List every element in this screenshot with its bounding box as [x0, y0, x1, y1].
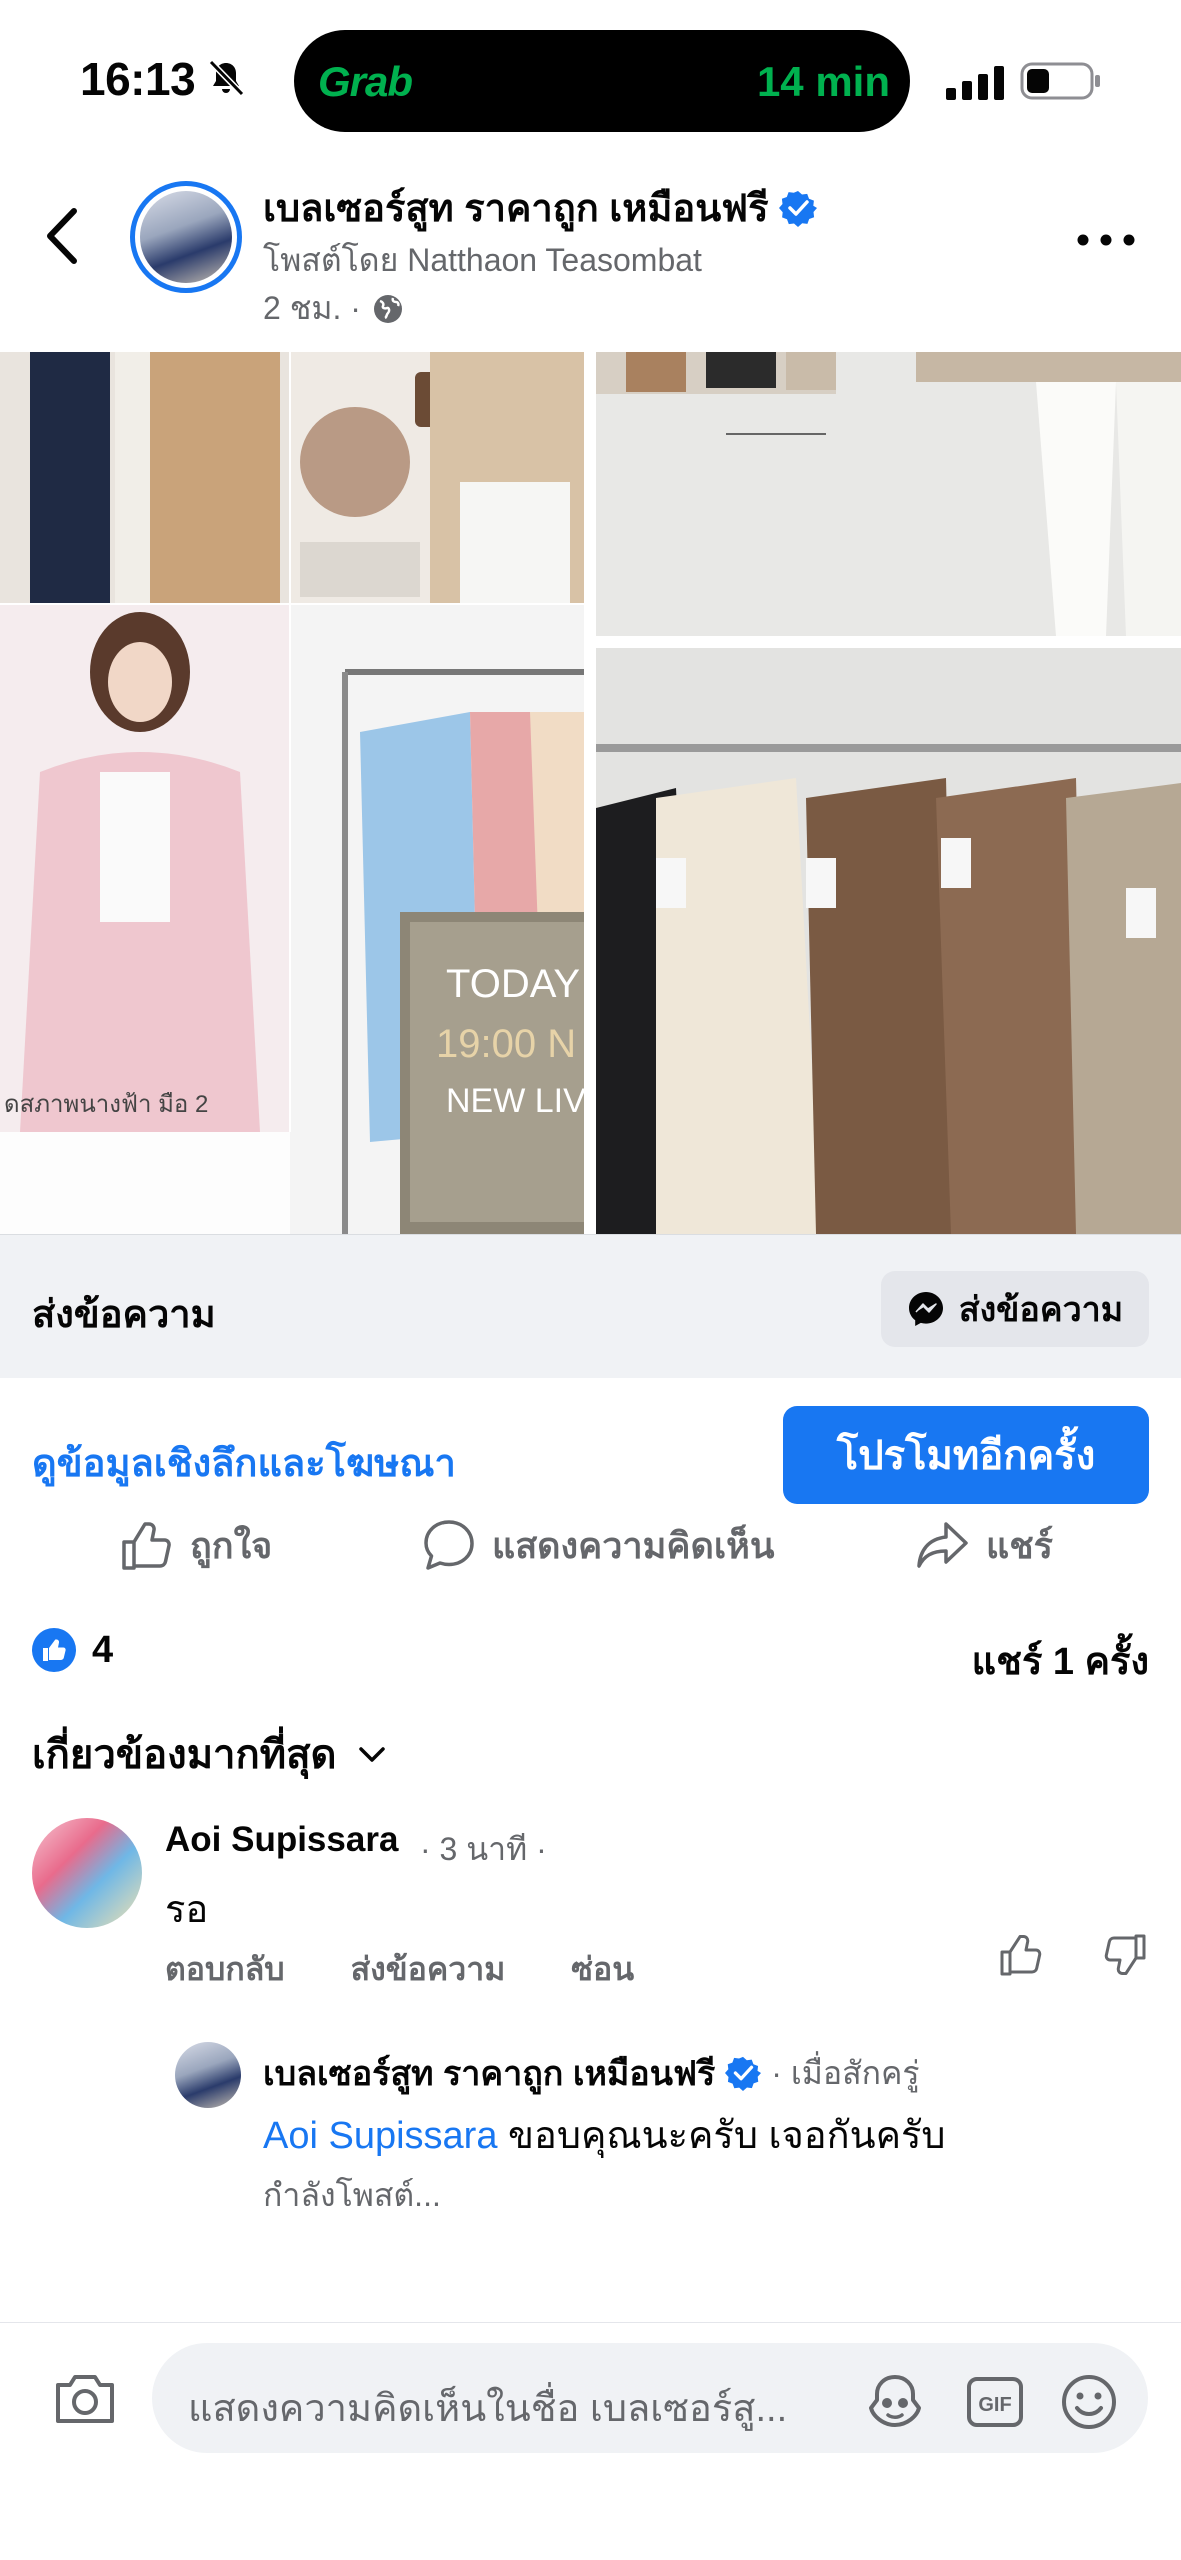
chevron-down-icon — [358, 1747, 385, 1762]
post-photo-3[interactable] — [596, 648, 1181, 1234]
back-arrow-icon[interactable] — [34, 201, 94, 271]
comment-button[interactable]: แสดงความคิดเห็น — [420, 1510, 774, 1580]
comment-message-button[interactable]: ส่งข้อความ — [351, 1944, 506, 1995]
comment-vote — [997, 1930, 1149, 1980]
like-label: ถูกใจ — [190, 1524, 273, 1566]
verified-badge-icon — [778, 190, 817, 227]
reactions-summary[interactable]: 4 — [32, 1628, 113, 1672]
page-name[interactable]: เบลเซอร์สูท ราคาถูก เหมือนฟรี — [263, 177, 817, 238]
bell-slash-icon — [208, 59, 245, 97]
send-message-button-label: ส่งข้อความ — [958, 1291, 1124, 1329]
reply-text: Aoi Supissara ขอบคุณนะครับ เจอกันครับ — [263, 2104, 946, 2165]
reaction-count: 4 — [92, 1628, 114, 1671]
comment-meta: · 3 นาที · — [420, 1831, 547, 1867]
post-actions: ถูกใจ แสดงความคิดเห็น แชร์ — [0, 1510, 1181, 1580]
page-name-text[interactable]: เบลเซอร์สูท ราคาถูก เหมือนฟรี — [263, 177, 769, 238]
post-photo-collage[interactable]: TODAY 19:00 N NEW LIV ดสภาพนางฟ้า มือ 2 — [0, 352, 584, 1234]
avatar-sticker-icon[interactable] — [864, 2371, 926, 2433]
battery-icon — [1020, 62, 1100, 100]
commenter-avatar[interactable] — [32, 1818, 142, 1928]
thumbs-up-icon — [122, 1522, 171, 1570]
downvote-thumb-icon[interactable] — [1099, 1930, 1149, 1980]
gif-icon[interactable]: GIF — [964, 2371, 1026, 2433]
more-options-icon[interactable] — [1071, 225, 1141, 255]
status-time: 16:13 — [80, 53, 196, 105]
reply-header: เบลเซอร์สูท ราคาถูก เหมือนฟรี · เมื่อสัก… — [263, 2046, 920, 2100]
comment-text: รอ — [165, 1889, 209, 1931]
comment-actions: ตอบกลับ ส่งข้อความ ซ่อน — [165, 1944, 634, 1995]
post-photo-2[interactable] — [596, 352, 1181, 636]
delivery-eta: 14 min — [756, 58, 890, 105]
overlay-live: NEW LIV — [446, 1082, 584, 1120]
grab-logo: Grab — [318, 58, 413, 105]
insights-link[interactable]: ดูข้อมูลเชิงลึกและโฆษณา — [32, 1432, 456, 1493]
post-header: เบลเซอร์สูท ราคาถูก เหมือนฟรี โพสต์โดย N… — [0, 165, 1181, 345]
comment-label: แสดงความคิดเห็น — [492, 1524, 775, 1566]
globe-icon — [373, 294, 402, 323]
status-bar: 16:13 Grab 14 min — [0, 0, 1181, 160]
signal-icon — [946, 66, 1004, 100]
comment-composer: แสดงความคิดเห็นในชื่อ เบลเซอร์สู... GIF — [0, 2322, 1181, 2472]
send-message-button[interactable]: ส่งข้อความ — [881, 1271, 1149, 1347]
post-timestamp: 2 ชม. · — [263, 283, 405, 334]
posted-by: โพสต์โดย Natthaon Teasombat — [263, 242, 702, 278]
overlay-today: TODAY — [446, 962, 580, 1006]
messenger-icon — [908, 1292, 943, 1326]
camera-icon[interactable] — [52, 2371, 118, 2427]
photo-blazers-rack-image — [596, 648, 1181, 1234]
send-message-label: ส่งข้อความ — [32, 1294, 216, 1336]
share-label: แชร์ — [986, 1524, 1053, 1566]
comment-input[interactable]: แสดงความคิดเห็นในชื่อ เบลเซอร์สู... GIF — [152, 2343, 1148, 2453]
share-count[interactable]: แชร์ 1 ครั้ง — [972, 1630, 1149, 1691]
comment-bubble-icon — [424, 1520, 474, 1570]
dynamic-island-live-activity[interactable]: Grab 14 min — [294, 30, 910, 132]
page-reply-avatar[interactable] — [175, 2042, 241, 2108]
page-avatar[interactable] — [130, 181, 242, 293]
photo-pants-image — [596, 352, 1181, 636]
promote-again-button[interactable]: โปรโมทอีกครั้ง — [783, 1406, 1149, 1504]
share-button[interactable]: แชร์ — [914, 1510, 1053, 1580]
comment-input-placeholder: แสดงความคิดเห็นในชื่อ เบลเซอร์สู... — [188, 2388, 788, 2430]
reply-author[interactable]: เบลเซอร์สูท ราคาถูก เหมือนฟรี — [263, 2046, 715, 2100]
like-button[interactable]: ถูกใจ — [118, 1510, 272, 1580]
comment-hide-button[interactable]: ซ่อน — [571, 1944, 634, 1995]
comment-sort-dropdown[interactable]: เกี่ยวข้องมากที่สุด — [32, 1722, 389, 1786]
reply-mention[interactable]: Aoi Supissara — [263, 2115, 497, 2157]
overlay-caption: ดสภาพนางฟ้า มือ 2 — [4, 1091, 208, 1118]
photo-collage-image: TODAY 19:00 N NEW LIV ดสภาพนางฟ้า มือ 2 — [0, 352, 584, 1234]
share-arrow-icon — [917, 1522, 968, 1568]
emoji-icon[interactable] — [1058, 2371, 1120, 2433]
post-time-text: 2 ชม. · — [263, 290, 361, 326]
overlay-time: 19:00 N — [436, 1022, 576, 1066]
reply-posting-status: กำลังโพสต์... — [263, 2177, 441, 2213]
send-message-bar: ส่งข้อความ ส่งข้อความ — [0, 1234, 1181, 1378]
like-reaction-icon — [32, 1628, 76, 1672]
reply-meta: · เมื่อสักครู่ — [771, 2054, 920, 2091]
sort-label: เกี่ยวข้องมากที่สุด — [32, 1733, 337, 1777]
svg-text:GIF: GIF — [978, 2394, 1011, 2416]
commenter-name[interactable]: Aoi Supissara — [165, 1820, 398, 1860]
reply-body: ขอบคุณนะครับ เจอกันครับ — [497, 2115, 946, 2157]
verified-badge-icon — [725, 2056, 762, 2091]
upvote-thumb-icon[interactable] — [997, 1930, 1047, 1980]
comment-reply-button[interactable]: ตอบกลับ — [165, 1944, 285, 1995]
post-photo-grid: TODAY 19:00 N NEW LIV ดสภาพนางฟ้า มือ 2 — [0, 352, 1181, 1234]
